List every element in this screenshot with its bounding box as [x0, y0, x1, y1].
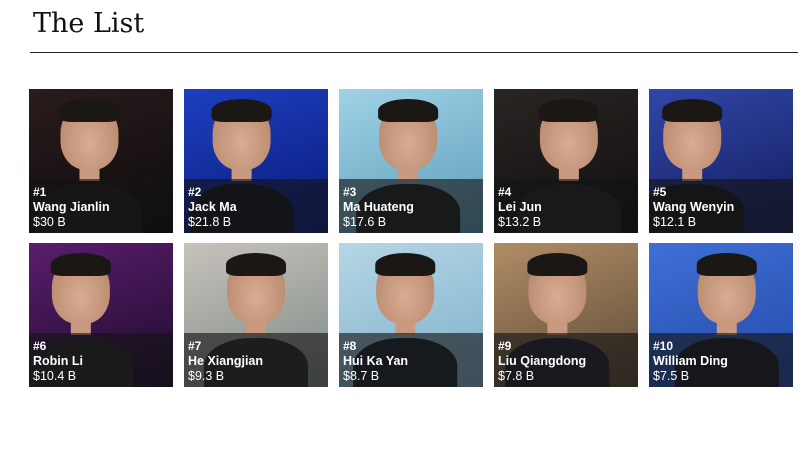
person-rank: #4	[498, 185, 512, 199]
person-name: Robin Li	[33, 354, 83, 368]
person-net-worth: $9.3 B	[188, 369, 225, 383]
person-net-worth: $12.1 B	[653, 215, 697, 229]
person-net-worth: $13.2 B	[498, 215, 542, 229]
person-name: Ma Huateng	[343, 200, 414, 214]
person-net-worth: $21.8 B	[188, 215, 232, 229]
person-name: Hui Ka Yan	[343, 354, 409, 368]
person-rank: #1	[33, 185, 47, 199]
person-name: William Ding	[653, 354, 728, 368]
page-title: The List	[33, 8, 145, 39]
person-rank: #9	[498, 339, 512, 353]
person-name: Jack Ma	[188, 200, 237, 214]
person-card-3[interactable]: #3 Ma Huateng $17.6 B	[339, 89, 483, 233]
person-card-6[interactable]: #6 Robin Li $10.4 B	[29, 243, 173, 387]
person-rank: #2	[188, 185, 202, 199]
person-net-worth: $7.8 B	[498, 369, 535, 383]
person-card-10[interactable]: #10 William Ding $7.5 B	[649, 243, 793, 387]
title-divider	[30, 52, 798, 53]
person-card-4[interactable]: #4 Lei Jun $13.2 B	[494, 89, 638, 233]
person-net-worth: $17.6 B	[343, 215, 387, 229]
person-net-worth: $7.5 B	[653, 369, 690, 383]
person-card-1[interactable]: #1 Wang Jianlin $30 B	[29, 89, 173, 233]
person-card-5[interactable]: #5 Wang Wenyin $12.1 B	[649, 89, 793, 233]
person-card-9[interactable]: #9 Liu Qiangdong $7.8 B	[494, 243, 638, 387]
person-net-worth: $10.4 B	[33, 369, 77, 383]
person-rank: #7	[188, 339, 202, 353]
people-grid: #1 Wang Jianlin $30 B #2 Jack Ma $21.8 B	[29, 89, 793, 387]
person-net-worth: $30 B	[33, 215, 66, 229]
person-net-worth: $8.7 B	[343, 369, 380, 383]
person-name: Wang Jianlin	[33, 200, 110, 214]
person-name: Lei Jun	[498, 200, 542, 214]
person-name: Wang Wenyin	[653, 200, 735, 214]
person-card-7[interactable]: #7 He Xiangjian $9.3 B	[184, 243, 328, 387]
person-rank: #5	[653, 185, 667, 199]
person-rank: #8	[343, 339, 357, 353]
person-rank: #10	[653, 339, 674, 353]
person-name: He Xiangjian	[188, 354, 264, 368]
person-card-8[interactable]: #8 Hui Ka Yan $8.7 B	[339, 243, 483, 387]
person-rank: #6	[33, 339, 47, 353]
person-rank: #3	[343, 185, 357, 199]
person-card-2[interactable]: #2 Jack Ma $21.8 B	[184, 89, 328, 233]
person-name: Liu Qiangdong	[498, 354, 587, 368]
